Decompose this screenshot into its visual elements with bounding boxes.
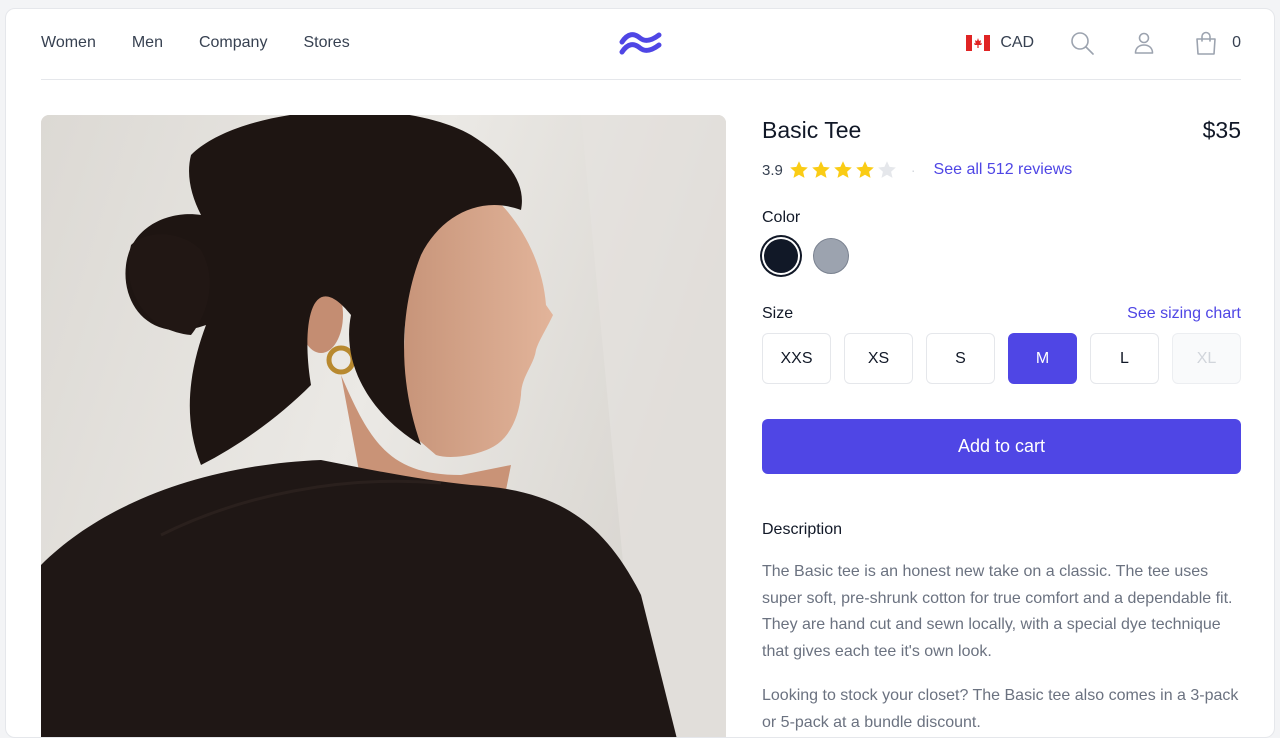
color-options bbox=[762, 237, 1241, 275]
cart-count: 0 bbox=[1232, 34, 1241, 51]
size-options: XXS XS S M L XL bbox=[762, 333, 1241, 384]
tailwind-logo-icon[interactable] bbox=[619, 29, 663, 57]
product-image bbox=[41, 115, 726, 737]
size-option-s[interactable]: S bbox=[926, 333, 995, 384]
product-details: Basic Tee $35 3.9 · See all 512 reviews … bbox=[762, 115, 1241, 736]
color-option-black[interactable] bbox=[764, 239, 798, 273]
site-header: Women Men Company Stores CAD 0 bbox=[41, 9, 1241, 80]
size-option-xxs[interactable]: XXS bbox=[762, 333, 831, 384]
size-option-l[interactable]: L bbox=[1090, 333, 1159, 384]
star-filled-icon bbox=[834, 161, 852, 178]
add-to-cart-button[interactable]: Add to cart bbox=[762, 419, 1241, 474]
shopping-bag-icon bbox=[1194, 31, 1218, 55]
description-paragraph: The Basic tee is an honest new take on a… bbox=[762, 563, 1233, 661]
nav-item-men[interactable]: Men bbox=[132, 34, 163, 52]
currency-label: CAD bbox=[1000, 34, 1035, 51]
description-section: Description The Basic tee is an honest n… bbox=[762, 521, 1241, 736]
color-label: Color bbox=[762, 209, 801, 226]
page-frame: Women Men Company Stores CAD 0 Basic Tee… bbox=[5, 8, 1275, 738]
title-row: Basic Tee $35 bbox=[762, 115, 1241, 145]
nav-item-women[interactable]: Women bbox=[41, 34, 96, 52]
product-title: Basic Tee bbox=[762, 116, 862, 143]
color-section: Color bbox=[762, 209, 1241, 275]
rating-separator: · bbox=[910, 162, 916, 178]
product-price: $35 bbox=[1202, 116, 1241, 143]
star-filled-icon bbox=[856, 161, 874, 178]
nav-item-stores[interactable]: Stores bbox=[303, 34, 349, 52]
size-option-m[interactable]: M bbox=[1008, 333, 1077, 384]
rating-value: 3.9 bbox=[762, 161, 783, 179]
size-header: Size See sizing chart bbox=[762, 305, 1241, 323]
size-option-xs[interactable]: XS bbox=[844, 333, 913, 384]
header-tools: CAD 0 bbox=[966, 27, 1241, 59]
cart-button[interactable]: 0 bbox=[1194, 31, 1241, 55]
star-empty-icon bbox=[878, 161, 896, 178]
color-option-heather-grey[interactable] bbox=[813, 238, 849, 274]
currency-selector[interactable]: CAD bbox=[966, 34, 1034, 52]
star-filled-icon bbox=[812, 161, 830, 178]
sizing-chart-link[interactable]: See sizing chart bbox=[1127, 305, 1241, 323]
star-filled-icon bbox=[790, 161, 808, 178]
main-nav: Women Men Company Stores bbox=[41, 34, 350, 52]
user-icon[interactable] bbox=[1132, 31, 1156, 55]
size-label: Size bbox=[762, 305, 794, 322]
canada-flag-icon bbox=[966, 35, 991, 51]
nav-item-company[interactable]: Company bbox=[199, 34, 267, 52]
search-icon[interactable] bbox=[1070, 31, 1094, 55]
description-paragraph: Looking to stock your closet? The Basic … bbox=[762, 686, 1239, 731]
size-option-xl: XL bbox=[1172, 333, 1241, 384]
see-reviews-link[interactable]: See all 512 reviews bbox=[934, 161, 1073, 179]
description-title: Description bbox=[762, 521, 843, 538]
size-section: Size See sizing chart XXS XS S M L XL bbox=[762, 305, 1241, 384]
rating-row: 3.9 · See all 512 reviews bbox=[762, 159, 1241, 181]
star-rating bbox=[789, 160, 897, 180]
